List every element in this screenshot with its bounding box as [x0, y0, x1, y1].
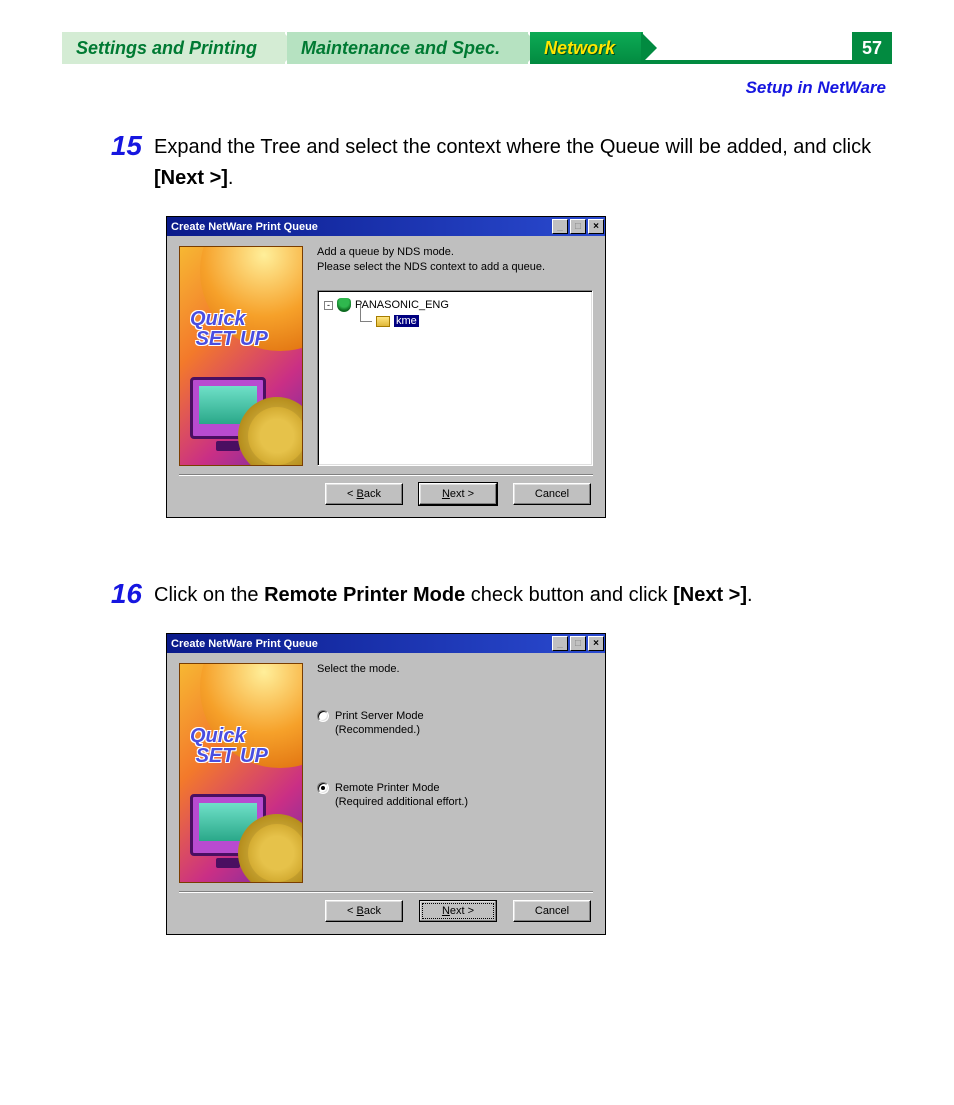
- back-button-2[interactable]: < Back: [325, 900, 403, 922]
- tab-settings[interactable]: Settings and Printing: [62, 32, 285, 64]
- tree-branch-icon: [356, 313, 374, 329]
- step-16-text-bold1: Remote Printer Mode: [264, 584, 465, 606]
- titlebar-1: Create NetWare Print Queue _ □ ×: [167, 217, 605, 236]
- nds-tree-icon: [337, 298, 351, 312]
- nds-tree[interactable]: - PANASONIC_ENG kme: [317, 290, 593, 466]
- step-15-number: 15: [98, 130, 142, 162]
- maximize-button-2[interactable]: □: [570, 636, 586, 651]
- step-15-text-bold: [Next >]: [154, 167, 228, 189]
- quick-setup-label: Quick SET UP: [190, 309, 268, 349]
- dialog-1-msg1: Add a queue by NDS mode.: [317, 246, 593, 258]
- step-16-text-bold2: [Next >]: [673, 584, 747, 606]
- folder-icon: [376, 316, 390, 327]
- next-button[interactable]: Next >: [419, 483, 497, 505]
- dialog-2-buttons: < Back Next > Cancel: [167, 892, 605, 934]
- dialog-create-queue-2: Create NetWare Print Queue _ □ × Quick S…: [166, 633, 606, 935]
- step-16-text: Click on the Remote Printer Mode check b…: [154, 580, 874, 611]
- monitor-stand-icon-2: [216, 858, 240, 868]
- close-button[interactable]: ×: [588, 219, 604, 234]
- step-16: 16 Click on the Remote Printer Mode chec…: [100, 580, 892, 935]
- next-button-2[interactable]: Next >: [419, 900, 497, 922]
- quick-setup-sideart-2: Quick SET UP: [179, 663, 303, 883]
- collapse-icon[interactable]: -: [324, 301, 333, 310]
- radio-print-server-note: (Recommended.): [335, 724, 593, 736]
- quick-setup-sideart: Quick SET UP: [179, 246, 303, 466]
- cancel-button-2[interactable]: Cancel: [513, 900, 591, 922]
- quick-label-line1: Quick: [190, 308, 246, 330]
- tree-child-row[interactable]: kme: [324, 313, 586, 329]
- titlebar-2: Create NetWare Print Queue _ □ ×: [167, 634, 605, 653]
- dialog-2-msg: Select the mode.: [317, 663, 593, 675]
- mode-radio-group: Print Server Mode (Recommended.) Remote …: [317, 704, 593, 808]
- page-number: 57: [852, 32, 892, 64]
- breadcrumb: Setup in NetWare: [746, 78, 886, 98]
- tree-root-label: PANASONIC_ENG: [355, 299, 449, 311]
- step-15-text: Expand the Tree and select the context w…: [154, 132, 874, 194]
- maximize-button[interactable]: □: [570, 219, 586, 234]
- radio-remote-printer-label: Remote Printer Mode: [335, 782, 440, 794]
- monitor-stand-icon: [216, 441, 240, 451]
- dialog-1-title: Create NetWare Print Queue: [171, 221, 551, 233]
- tab-maintenance[interactable]: Maintenance and Spec.: [287, 32, 528, 64]
- tree-child-label: kme: [394, 315, 419, 327]
- step-16-text-mid: check button and click: [465, 584, 673, 606]
- quick-label-line2: SET UP: [196, 328, 268, 350]
- dialog-2-title: Create NetWare Print Queue: [171, 638, 551, 650]
- tree-root-row[interactable]: - PANASONIC_ENG: [324, 297, 586, 313]
- quick-label2-line2: SET UP: [196, 745, 268, 767]
- minimize-button-2[interactable]: _: [552, 636, 568, 651]
- radio-print-server-label: Print Server Mode: [335, 710, 424, 722]
- dialog-1-body: Quick SET UP Add a queue by NDS mode. Pl…: [167, 236, 605, 474]
- step-16-text-b: .: [747, 584, 753, 606]
- quick-label2-line1: Quick: [190, 725, 246, 747]
- cancel-button[interactable]: Cancel: [513, 483, 591, 505]
- radio-print-server-icon[interactable]: [317, 710, 329, 722]
- step-16-number: 16: [98, 578, 142, 610]
- step-15-text-a: Expand the Tree and select the context w…: [154, 136, 871, 158]
- dialog-1-msg2: Please select the NDS context to add a q…: [317, 261, 593, 273]
- step-15-text-b: .: [228, 167, 234, 189]
- tab-strip: Settings and Printing Maintenance and Sp…: [62, 32, 892, 64]
- radio-remote-printer-icon[interactable]: [317, 782, 329, 794]
- close-button-2[interactable]: ×: [588, 636, 604, 651]
- dialog-2-body: Quick SET UP Select the mode. Print Serv…: [167, 653, 605, 891]
- dialog-2-main: Select the mode. Print Server Mode (Reco…: [303, 663, 593, 883]
- radio-print-server[interactable]: Print Server Mode: [317, 710, 593, 722]
- tab-network[interactable]: Network: [530, 32, 643, 64]
- quick-setup-label-2: Quick SET UP: [190, 726, 268, 766]
- dialog-1-main: Add a queue by NDS mode. Please select t…: [303, 246, 593, 466]
- dialog-1-buttons: < Back Next > Cancel: [167, 475, 605, 517]
- radio-remote-printer-note: (Required additional effort.): [335, 796, 593, 808]
- step-15: 15 Expand the Tree and select the contex…: [100, 132, 892, 518]
- radio-remote-printer[interactable]: Remote Printer Mode: [317, 782, 593, 794]
- tab-filler: [643, 60, 852, 64]
- dialog-create-queue-1: Create NetWare Print Queue _ □ × Quick S…: [166, 216, 606, 518]
- step-16-text-a: Click on the: [154, 584, 264, 606]
- back-button[interactable]: < Back: [325, 483, 403, 505]
- minimize-button[interactable]: _: [552, 219, 568, 234]
